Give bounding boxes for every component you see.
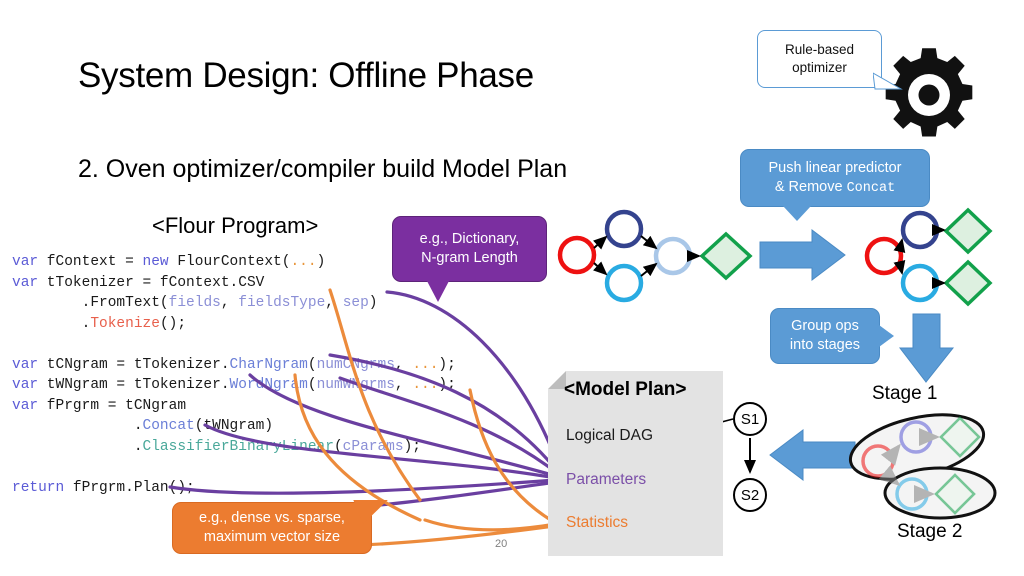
callout-dictionary-line2: N-gram Length [421, 250, 518, 266]
callout-rule-based-optimizer: Rule-based optimizer [757, 30, 903, 90]
stage1-ellipse [848, 413, 986, 481]
stage2-ellipse [883, 466, 997, 520]
page-number: 20 [495, 538, 508, 550]
model-plan-row-logical-dag: Logical DAG [566, 427, 654, 444]
callout-group-line2: into stages [789, 337, 861, 353]
callout-tail [873, 72, 903, 90]
flour-program-label: <Flour Program> [152, 213, 319, 238]
stage-1-label: Stage 1 [872, 383, 938, 404]
callout-push-line2-prefix: & Remove [774, 178, 847, 195]
callout-density-line2: maximum vector size [203, 529, 341, 545]
callout-push-line2: & Remove Concat [769, 178, 902, 198]
callout-density: e.g., dense vs. sparse, maximum vector s… [172, 487, 393, 554]
callout-dictionary-line1: e.g., Dictionary, [419, 231, 520, 247]
arrow-down-icon [898, 313, 955, 383]
arrow-right-icon [759, 228, 846, 282]
callout-rule-line1: Rule-based [784, 42, 855, 57]
page-title: System Design: Offline Phase [78, 56, 534, 95]
callout-group-ops: Group ops into stages [770, 308, 894, 364]
callout-push-line2-mono: Concat [846, 180, 896, 196]
model-plan-document: <Model Plan> Logical DAG Parameters Stat… [548, 371, 723, 556]
model-plan-row-statistics: Statistics [566, 514, 629, 531]
callout-push-predictor: Push linear predictor & Remove Concat [740, 149, 930, 221]
model-plan-row-parameters: Parameters [566, 471, 647, 488]
slide-canvas: System Design: Offline Phase 2. Oven opt… [0, 0, 1024, 576]
callout-push-line1: Push linear predictor [768, 159, 902, 176]
callout-tail [783, 206, 811, 221]
callout-density-line1: e.g., dense vs. sparse, [199, 510, 345, 526]
callout-rule-line2: optimizer [792, 60, 847, 75]
flour-program-code: var fContext = new FlourContext(...) var… [12, 254, 456, 496]
callout-dictionary: e.g., Dictionary, N-gram Length [392, 216, 547, 302]
model-plan-title: <Model Plan> [564, 379, 687, 400]
gear-icon [885, 48, 973, 137]
callout-tail [879, 325, 894, 347]
stage-node-s2: S2 [733, 478, 767, 512]
arrow-left-icon [769, 428, 856, 482]
callout-tail [427, 281, 449, 302]
slide-subtitle: 2. Oven optimizer/compiler build Model P… [78, 155, 568, 183]
stage-node-s1: S1 [733, 402, 767, 436]
callout-group-line1: Group ops [791, 318, 859, 334]
stage-2-label: Stage 2 [897, 521, 963, 542]
